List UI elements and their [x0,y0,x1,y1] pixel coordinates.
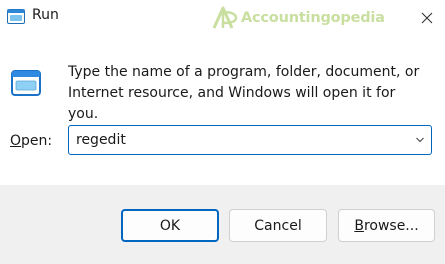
instruction-text: Type the name of a program, folder, docu… [68,64,420,122]
watermark-text: Accountingopedia [241,10,385,26]
cancel-button[interactable]: Cancel [229,209,327,242]
open-combobox[interactable] [68,125,432,155]
ok-button[interactable]: OK [121,209,219,242]
watermark-logo-icon [212,6,238,29]
open-label: Open: [10,133,53,149]
watermark: Accountingopedia [212,4,385,32]
browse-button[interactable]: Browse... [338,209,435,242]
run-program-icon [11,70,41,96]
window-title: Run [32,7,59,23]
open-input[interactable] [76,126,396,154]
run-app-icon [7,9,25,24]
close-button[interactable] [408,0,445,36]
chevron-down-icon[interactable] [415,135,425,145]
close-icon [421,12,432,24]
title-bar[interactable]: Run Accountingopedia [0,0,445,36]
